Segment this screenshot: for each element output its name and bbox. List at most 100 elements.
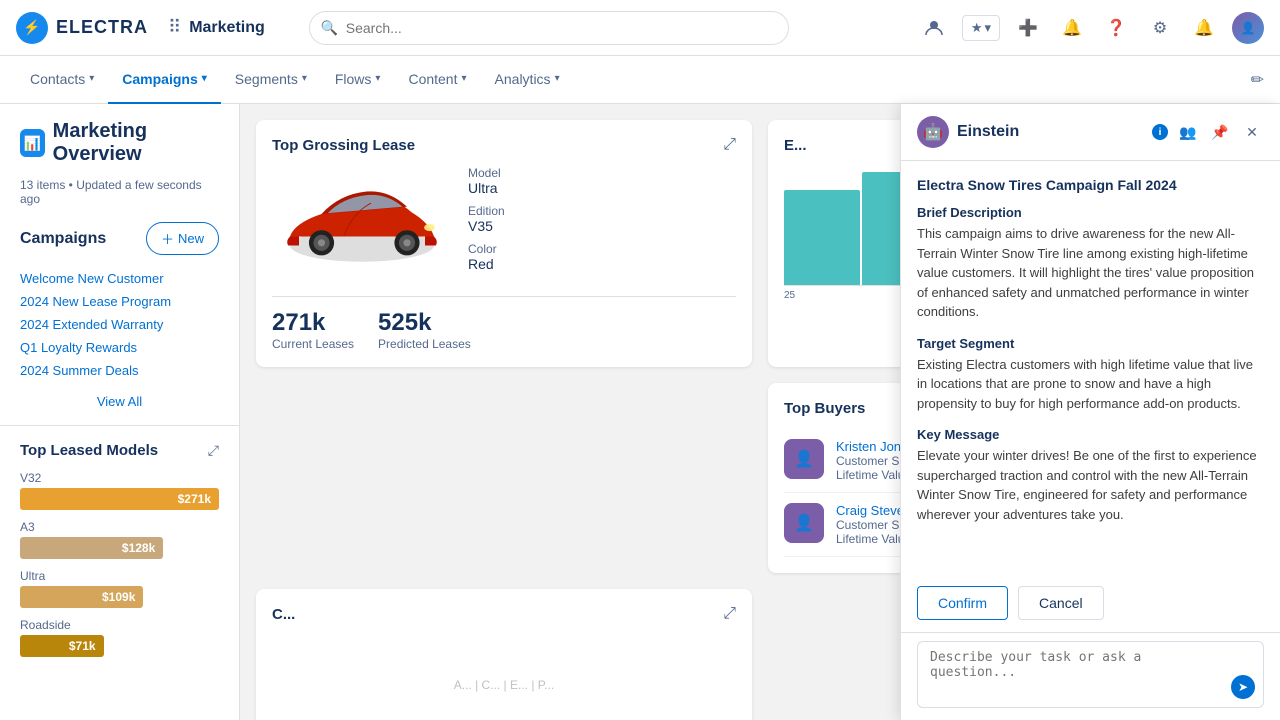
search-icon: 🔍 xyxy=(321,19,338,36)
model-bar: $71k xyxy=(20,635,104,657)
model-label: A3 xyxy=(20,520,219,534)
campaign-link-1[interactable]: Welcome New Customer xyxy=(20,267,219,290)
einstein-input-area: ➤ xyxy=(901,632,1280,720)
target-segment-text: Existing Electra customers with high lif… xyxy=(917,355,1264,414)
page-icon: 📊 xyxy=(20,129,45,157)
app-logo[interactable]: ⚡ ELECTRA xyxy=(16,12,148,44)
top-grossing-widget: Top Grossing Lease ⤢ xyxy=(256,120,752,367)
subnav-segments[interactable]: Segments ▾ xyxy=(221,56,321,104)
campaign-links: Welcome New Customer 2024 New Lease Prog… xyxy=(20,267,219,382)
favorites-btn[interactable]: ★ ▾ xyxy=(962,15,1000,41)
einstein-avatar: 🤖 xyxy=(917,116,949,148)
chevron-down-icon: ▾ xyxy=(202,73,207,84)
info-badge: i xyxy=(1152,124,1168,140)
star-icon: ★ xyxy=(971,20,983,36)
expand-icon[interactable]: ⤢ xyxy=(723,136,736,154)
page-title: 📊 Marketing Overview xyxy=(20,120,219,166)
c-widget-title: C... xyxy=(272,606,295,623)
waffle-icon[interactable]: ⠿ xyxy=(168,17,181,38)
subnav-content[interactable]: Content ▾ xyxy=(394,56,480,104)
avatar[interactable]: 👤 xyxy=(1232,12,1264,44)
einstein-input-wrap: ➤ xyxy=(917,641,1264,708)
subnav-analytics[interactable]: Analytics ▾ xyxy=(481,56,574,104)
chart-bar xyxy=(784,190,860,286)
view-all-link[interactable]: View All xyxy=(20,394,219,409)
subnav-campaigns[interactable]: Campaigns ▾ xyxy=(108,56,221,104)
buyer-avatar-2: 👤 xyxy=(784,503,824,543)
einstein-header: 🤖 Einstein i 👥 📌 ✕ xyxy=(901,104,1280,161)
car-specs: Model Ultra Edition V35 Color Red xyxy=(468,166,736,280)
expand-icon[interactable]: ⤢ xyxy=(208,442,219,459)
chevron-down-icon: ▾ xyxy=(375,73,380,84)
einstein-campaign-name: Electra Snow Tires Campaign Fall 2024 xyxy=(917,177,1264,193)
predicted-leases-stat: 525k Predicted Leases xyxy=(378,309,471,351)
einstein-title: Einstein xyxy=(957,123,1144,141)
sub-nav: Contacts ▾ Campaigns ▾ Segments ▾ Flows … xyxy=(0,56,1280,104)
chevron-down-icon: ▾ xyxy=(89,73,94,84)
logo-text: ELECTRA xyxy=(56,17,148,38)
c-widget: C... ⤢ A... | C... | E... | P... xyxy=(256,589,752,720)
people-icon[interactable] xyxy=(918,12,950,44)
einstein-panel: 🤖 Einstein i 👥 📌 ✕ Electra Snow Tires Ca… xyxy=(900,104,1280,720)
model-bar: $109k xyxy=(20,586,143,608)
brief-description-title: Brief Description xyxy=(917,205,1264,220)
car-image xyxy=(272,168,452,278)
close-icon[interactable]: ✕ xyxy=(1240,120,1264,144)
top-nav: ⚡ ELECTRA ⠿ Marketing 🔍 ★ ▾ ➕ 🔔 ❓ ⚙ 🔔 👤 xyxy=(0,0,1280,56)
campaign-link-2[interactable]: 2024 New Lease Program xyxy=(20,290,219,313)
edit-icon[interactable]: ✏ xyxy=(1251,70,1264,90)
pin-icon[interactable]: 📌 xyxy=(1208,120,1232,144)
confirm-cancel-row: Confirm Cancel xyxy=(901,586,1280,632)
notifications-icon[interactable]: 🔔 xyxy=(1188,12,1220,44)
expand-icon[interactable]: ⤢ xyxy=(723,605,736,623)
notification-setup-icon[interactable]: 🔔 xyxy=(1056,12,1088,44)
campaign-link-4[interactable]: Q1 Loyalty Rewards xyxy=(20,336,219,359)
help-icon[interactable]: ❓ xyxy=(1100,12,1132,44)
chevron-down-icon: ▾ xyxy=(302,73,307,84)
search-input[interactable] xyxy=(309,11,789,45)
key-message-text: Elevate your winter drives! Be one of th… xyxy=(917,446,1264,524)
model-bar-a3: A3 $128k xyxy=(20,520,219,559)
left-panel: 📊 Marketing Overview 13 items • Updated … xyxy=(0,104,240,720)
people-icon[interactable]: 👥 xyxy=(1176,120,1200,144)
campaigns-header: Campaigns ＋ New xyxy=(20,222,219,255)
color-spec: Color Red xyxy=(468,242,736,272)
chevron-down-icon: ▾ xyxy=(462,73,467,84)
settings-icon[interactable]: ⚙ xyxy=(1144,12,1176,44)
send-button[interactable]: ➤ xyxy=(1231,675,1255,699)
page-header: 📊 Marketing Overview xyxy=(0,104,239,174)
model-label: V32 xyxy=(20,471,219,485)
einstein-header-icons: 👥 📌 ✕ xyxy=(1176,120,1264,144)
target-segment-section: Target Segment Existing Electra customer… xyxy=(917,336,1264,414)
page-subtitle: 13 items • Updated a few seconds ago xyxy=(0,178,239,206)
c-widget-content: A... | C... | E... | P... xyxy=(272,635,736,720)
brief-description-text: This campaign aims to drive awareness fo… xyxy=(917,224,1264,322)
campaign-link-5[interactable]: 2024 Summer Deals xyxy=(20,359,219,382)
new-campaign-button[interactable]: ＋ New xyxy=(146,222,219,255)
main-content: 📊 Marketing Overview 13 items • Updated … xyxy=(0,104,1280,720)
confirm-button[interactable]: Confirm xyxy=(917,586,1008,620)
campaigns-section: Campaigns ＋ New Welcome New Customer 202… xyxy=(0,206,239,425)
search-bar: 🔍 xyxy=(309,11,789,45)
campaign-link-3[interactable]: 2024 Extended Warranty xyxy=(20,313,219,336)
model-bar: $271k xyxy=(20,488,219,510)
widget-title: Top Grossing Lease xyxy=(272,137,415,154)
buyers-title: Top Buyers xyxy=(784,400,865,417)
key-message-title: Key Message xyxy=(917,427,1264,442)
subnav-flows[interactable]: Flows ▾ xyxy=(321,56,395,104)
chart-title: E... xyxy=(784,137,807,154)
top-nav-actions: ★ ▾ ➕ 🔔 ❓ ⚙ 🔔 👤 xyxy=(918,12,1264,44)
top-models-header: Top Leased Models ⤢ xyxy=(20,442,219,459)
lease-stats: 271k Current Leases 525k Predicted Lease… xyxy=(272,296,736,351)
top-models-title: Top Leased Models xyxy=(20,442,158,459)
model-bar: $128k xyxy=(20,537,163,559)
logo-icon: ⚡ xyxy=(16,12,48,44)
model-label: Roadside xyxy=(20,618,219,632)
model-spec: Model Ultra xyxy=(468,166,736,196)
model-bar-v32: V32 $271k xyxy=(20,471,219,510)
cancel-button[interactable]: Cancel xyxy=(1018,586,1104,620)
einstein-input[interactable] xyxy=(930,650,1227,694)
current-leases-stat: 271k Current Leases xyxy=(272,309,354,351)
subnav-contacts[interactable]: Contacts ▾ xyxy=(16,56,108,104)
add-icon[interactable]: ➕ xyxy=(1012,12,1044,44)
